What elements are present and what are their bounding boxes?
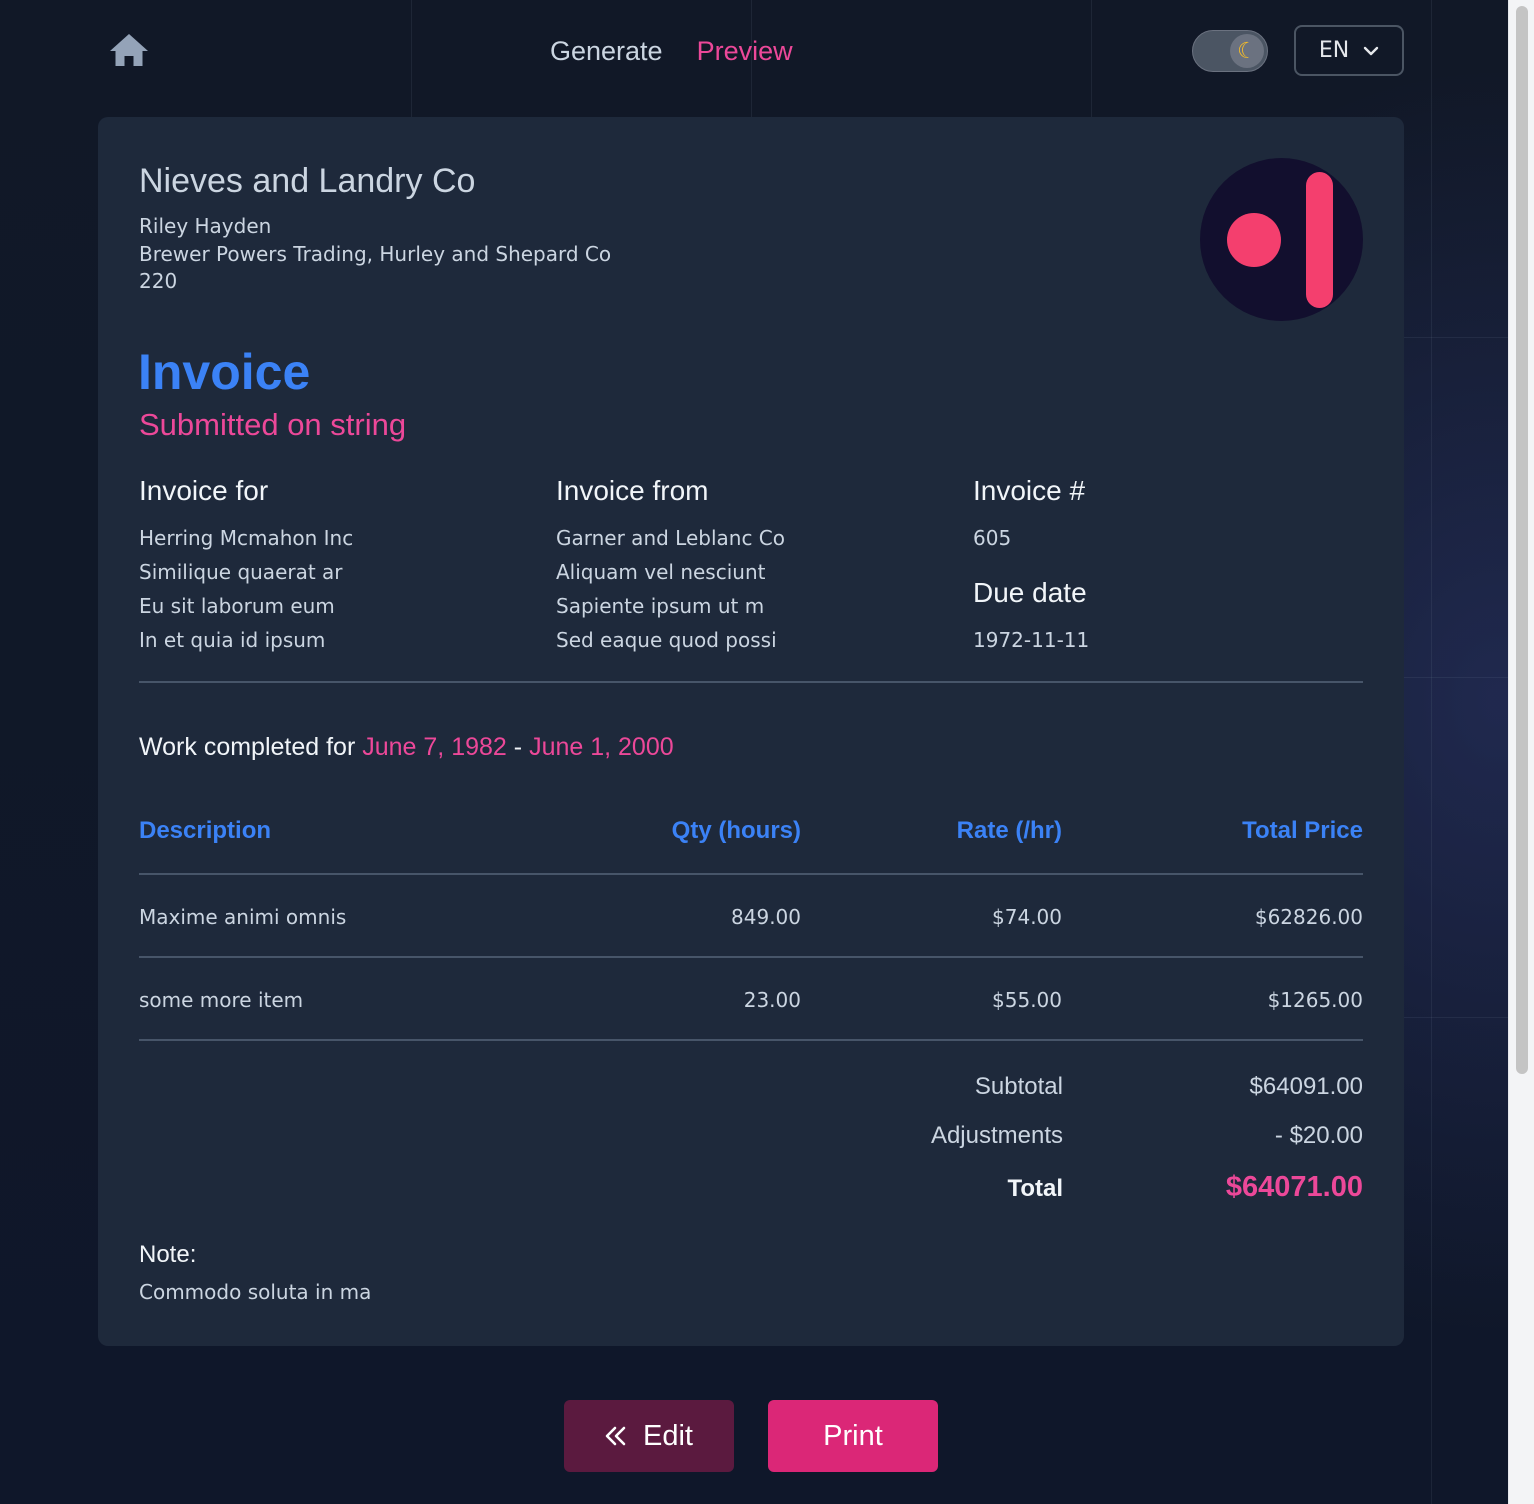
invoice-card: Nieves and Landry Co Riley Hayden Brewer… [98,117,1404,1346]
invoice-from-section: Invoice from Garner and Leblanc Co Aliqu… [556,475,785,657]
subtotal-label: Subtotal [974,1073,1063,1100]
due-date-value: 1972-11-11 [973,628,1090,652]
invoice-for-section: Invoice for Herring Mcmahon Inc Similiqu… [139,475,353,657]
row-total: $62826.00 [1254,905,1363,929]
row-total: $1265.00 [1267,988,1363,1012]
column-header-description: Description [139,817,272,844]
invoice-number-heading: Invoice # [973,475,1086,506]
invoice-for-line: Eu sit laborum eum [139,594,335,618]
invoice-number-value: 605 [973,526,1012,550]
column-header-rate: Rate (/hr) [956,817,1062,844]
work-period: Work completed for June 7, 1982 - June 1… [139,733,674,762]
edit-button[interactable]: Edit [564,1400,734,1472]
sender-company: Brewer Powers Trading, Hurley and Shepar… [139,241,612,266]
invoice-for-line: In et quia id ipsum [139,628,326,652]
grid-line [411,0,412,117]
theme-toggle[interactable]: ☾ [1192,30,1268,72]
double-chevron-left-icon [605,1426,626,1446]
grid-line [1404,677,1508,678]
total-label: Total [1007,1175,1063,1202]
edit-button-label: Edit [643,1419,693,1452]
note-label: Note: [139,1241,197,1268]
print-button[interactable]: Print [768,1400,938,1472]
grid-line [1091,0,1092,117]
table-divider [139,956,1363,958]
submitted-date: Submitted on string [139,407,407,442]
invoice-from-line: Garner and Leblanc Co [556,526,786,550]
scrollbar[interactable] [1508,0,1534,1504]
invoice-for-line: Herring Mcmahon Inc [139,526,354,550]
language-select[interactable]: EN [1294,25,1404,76]
row-description: Maxime animi omnis [139,905,347,929]
due-date-section: Due date 1972-11-11 [973,577,1089,657]
column-header-qty: Qty (hours) [671,817,801,844]
due-date-heading: Due date [973,577,1087,608]
print-button-label: Print [823,1419,883,1452]
invoice-from-line: Aliquam vel nesciunt [556,560,766,584]
row-qty: 23.00 [743,988,801,1012]
section-divider [139,681,1363,683]
row-rate: $55.00 [992,988,1062,1012]
invoice-for-line: Similique quaerat ar [139,560,343,584]
moon-icon: ☾ [1230,34,1264,68]
note-text: Commodo soluta in ma [139,1280,372,1304]
work-end-date: June 1, 2000 [529,733,674,761]
sender-name: Riley Hayden [139,214,272,238]
invoice-from-heading: Invoice from [556,475,709,506]
subtotal-value: $64091.00 [1249,1073,1363,1100]
company-logo [1200,158,1363,321]
home-icon[interactable] [108,32,150,68]
adjustments-value: - $20.00 [1274,1122,1363,1149]
invoice-title: Invoice [138,344,311,400]
row-description: some more item [139,988,304,1012]
sender-number: 220 [139,269,178,293]
grid-line [1431,0,1432,1504]
row-rate: $74.00 [992,905,1062,929]
table-divider [139,1039,1363,1041]
company-name: Nieves and Landry Co [139,162,476,200]
grid-line [1404,337,1508,338]
grid-line [1404,1017,1508,1018]
work-date-separator: - [513,733,523,761]
nav-generate[interactable]: Generate [550,36,663,67]
nav-preview[interactable]: Preview [697,36,793,67]
chevron-down-icon [1363,46,1379,55]
invoice-from-line: Sapiente ipsum ut m [556,594,765,618]
adjustments-label: Adjustments [930,1122,1063,1149]
work-period-prefix: Work completed for [139,733,356,761]
total-value: $64071.00 [1225,1171,1363,1203]
invoice-for-heading: Invoice for [139,475,269,506]
language-value: EN [1318,38,1350,63]
invoice-number-section: Invoice # 605 [973,475,1085,555]
table-divider [139,873,1363,875]
main-nav: Generate Preview [550,36,793,67]
row-qty: 849.00 [731,905,801,929]
invoice-from-line: Sed eaque quod possi [556,628,777,652]
sender-address: Riley Hayden Brewer Powers Trading, Hurl… [139,213,611,296]
column-header-total: Total Price [1242,817,1363,844]
scrollbar-thumb[interactable] [1516,6,1528,1074]
work-start-date: June 7, 1982 [362,733,507,761]
